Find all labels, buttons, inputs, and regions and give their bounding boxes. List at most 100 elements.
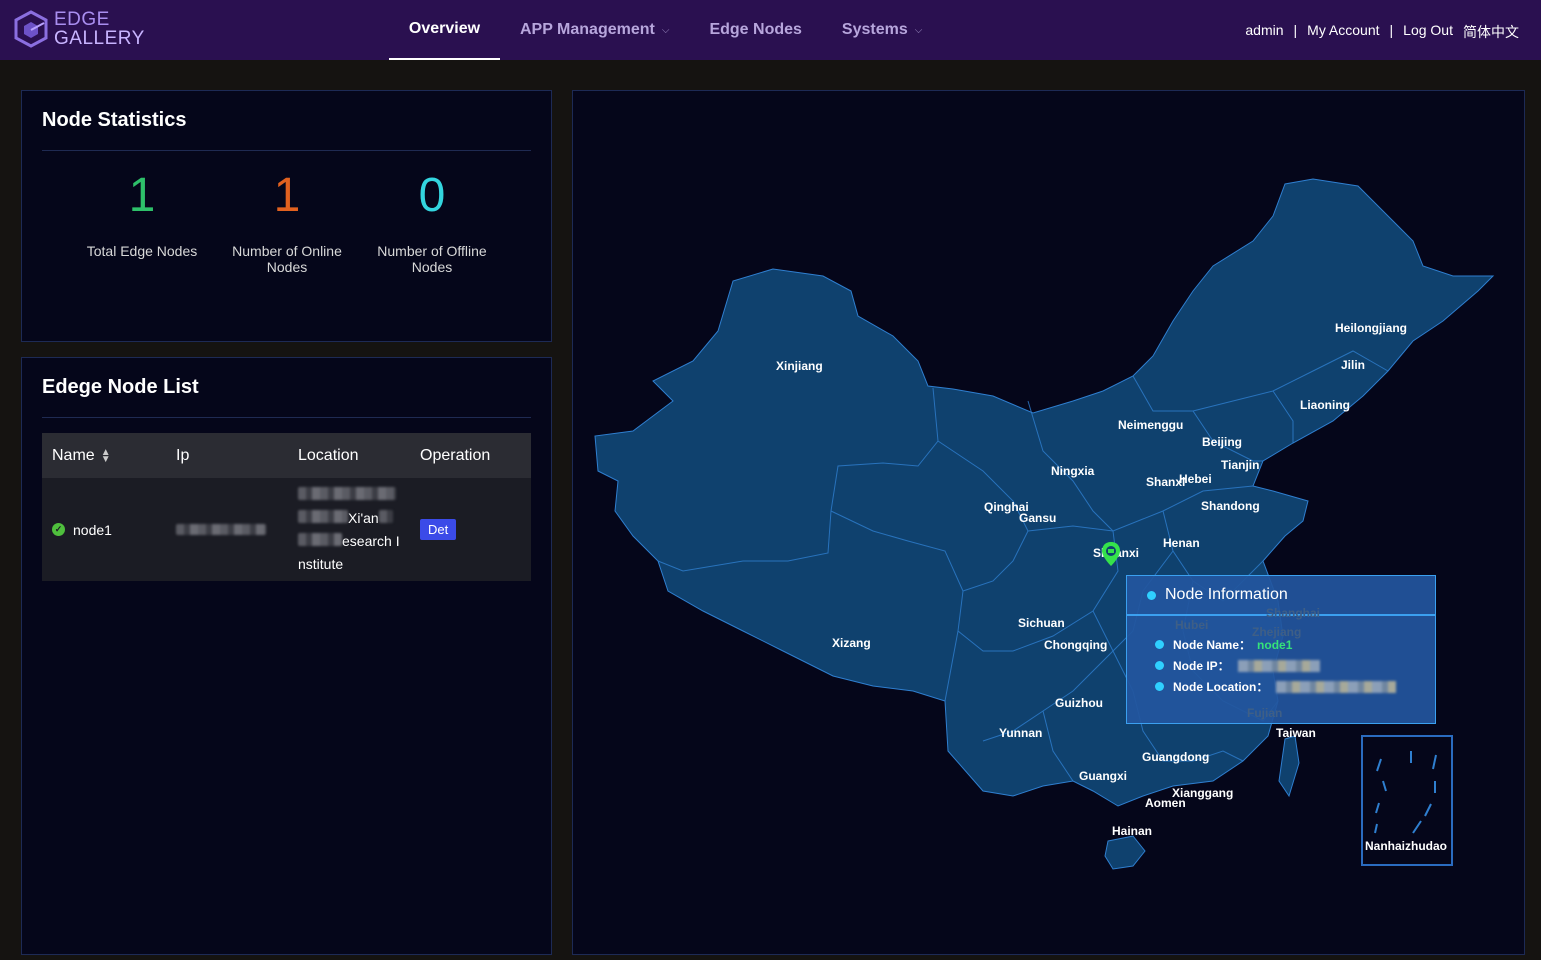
- province-label-xinjiang: Xinjiang: [776, 359, 823, 373]
- logo-text-line1: EDGE: [54, 9, 110, 30]
- province-label-zhejiang: Zhejiang: [1252, 625, 1302, 639]
- province-label-neimenggu: Neimenggu: [1118, 418, 1184, 432]
- stat-total-nodes: 1 Total Edge Nodes: [72, 167, 212, 259]
- sort-icon[interactable]: ▲ ▼: [101, 447, 111, 464]
- node-statistics-panel: Node Statistics 1 Total Edge Nodes 1 Num…: [21, 90, 552, 342]
- redacted-text: [298, 509, 348, 523]
- south-sea-dashes: [1374, 751, 1437, 834]
- province-label-gansu: Gansu: [1019, 511, 1057, 525]
- tooltip-name-label: Node Name：: [1173, 638, 1252, 652]
- province-label-henan: Henan: [1163, 536, 1200, 550]
- province-label-xianggang: Xianggang: [1172, 786, 1234, 800]
- province-label-jilin: Jilin: [1341, 358, 1366, 372]
- province-label-hubei: Hubei: [1175, 618, 1209, 632]
- nav-overview[interactable]: Overview: [389, 0, 500, 60]
- province-label-liaoning: Liaoning: [1300, 398, 1350, 412]
- divider: [42, 150, 531, 151]
- nav-systems[interactable]: Systems ⌵: [832, 0, 932, 60]
- stat-value: 0: [418, 169, 446, 222]
- detail-button[interactable]: Det: [420, 519, 457, 540]
- bullet-icon: [1147, 590, 1156, 600]
- language-switch[interactable]: 简体中文: [1463, 22, 1519, 42]
- chevron-down-icon: ⌵: [914, 24, 923, 36]
- node-information-tooltip: Node Information Node Name： node1 Node I…: [1126, 575, 1436, 724]
- cell-name: ✓ node1: [42, 522, 166, 538]
- top-navigation-bar: EDGE GALLERY Overview APP Management ⌵ Ed…: [0, 0, 1541, 60]
- stat-value: 1: [273, 169, 301, 222]
- divider: [42, 417, 531, 418]
- bullet-icon: [1155, 661, 1164, 670]
- province-label-tianjin: Tianjin: [1221, 458, 1260, 472]
- redacted-location: [1276, 680, 1397, 693]
- separator: |: [1389, 22, 1394, 38]
- tooltip-rows: Node Name： node1 Node IP： Node Location：: [1127, 634, 1435, 697]
- hainan-island: [1104, 835, 1146, 870]
- logout-link[interactable]: Log Out: [1403, 22, 1453, 42]
- province-label-shandong: Shandong: [1201, 499, 1260, 513]
- redacted-ip: [1237, 659, 1320, 672]
- province-label-chongqing: Chongqing: [1044, 638, 1108, 652]
- my-account-link[interactable]: My Account: [1307, 22, 1379, 42]
- nav-edge-nodes-label: Edge Nodes: [709, 21, 802, 38]
- location-line3: nstitute: [298, 555, 344, 572]
- redacted-ip: [176, 523, 266, 535]
- tooltip-name-value: node1: [1257, 637, 1293, 652]
- cell-location: Xi'an esearch I nstitute: [288, 484, 410, 576]
- map-panel: Xinjiang Xizang Qinghai Gansu Ningxia Ne…: [572, 90, 1525, 955]
- table-header: Name ▲ ▼ Ip Location Operation: [42, 433, 531, 478]
- separator: |: [1293, 22, 1298, 38]
- location-line1: Xi'an: [348, 509, 379, 526]
- province-label-heilongjiang: Heilongjiang: [1335, 321, 1407, 335]
- location-line2: esearch I: [342, 532, 400, 549]
- nav-systems-label: Systems: [841, 21, 908, 38]
- edge-node-list-panel: Edege Node List Name ▲ ▼ Ip Location Oper…: [21, 357, 552, 955]
- main-nav: Overview APP Management ⌵ Edge Nodes Syst…: [389, 0, 932, 60]
- cell-ip: [166, 522, 288, 538]
- node-location-pin-icon[interactable]: [1101, 541, 1121, 567]
- column-header-location: Location: [298, 446, 359, 464]
- edgegallery-logo[interactable]: EDGE GALLERY: [14, 10, 145, 48]
- nav-edge-nodes[interactable]: Edge Nodes: [699, 0, 811, 60]
- province-label-yunnan: Yunnan: [999, 726, 1043, 740]
- panel-title: Edege Node List: [42, 376, 199, 398]
- province-label-hainan: Hainan: [1112, 824, 1153, 838]
- column-header-ip: Ip: [176, 446, 190, 464]
- cell-operation: Det: [410, 519, 531, 540]
- nav-app-management-label: APP Management: [520, 21, 655, 38]
- bullet-icon: [1155, 682, 1164, 691]
- tooltip-node-ip-row: Node IP：: [1127, 655, 1435, 676]
- stat-label: Total Edge Nodes: [86, 243, 198, 259]
- tooltip-node-location-row: Node Location：: [1127, 676, 1435, 697]
- province-label-nanhaizhudao: Nanhaizhudao: [1365, 839, 1448, 853]
- chevron-down-icon: ⌵: [661, 24, 670, 36]
- nav-app-management[interactable]: APP Management ⌵: [510, 0, 679, 60]
- online-status-icon: ✓: [52, 523, 65, 536]
- bullet-icon: [1155, 640, 1164, 649]
- column-header-name[interactable]: Name ▲ ▼: [42, 447, 166, 465]
- node-table: Name ▲ ▼ Ip Location Operation ✓ node1 Xi…: [42, 433, 531, 581]
- redacted-text: [378, 509, 393, 523]
- logo-text-line2: GALLERY: [54, 28, 145, 49]
- tooltip-title: Node Information: [1165, 586, 1288, 603]
- stat-online-nodes: 1 Number of Online Nodes: [217, 167, 357, 275]
- stat-label: Number of Offline Nodes: [377, 243, 487, 275]
- province-label-taiwan: Taiwan: [1276, 726, 1316, 740]
- province-label-beijing: Beijing: [1202, 435, 1243, 449]
- province-label-ningxia: Ningxia: [1051, 464, 1095, 478]
- column-label: Name: [52, 446, 95, 464]
- stat-label: Number of Online Nodes: [232, 243, 342, 275]
- province-label-guangdong: Guangdong: [1142, 750, 1210, 764]
- province-label-shanghai: Shanghai: [1266, 606, 1321, 620]
- province-label-fujian: Fujian: [1247, 706, 1283, 720]
- username-link[interactable]: admin: [1245, 22, 1283, 42]
- redacted-text: [298, 486, 396, 500]
- node-name: node1: [73, 521, 112, 538]
- province-label-guizhou: Guizhou: [1055, 696, 1103, 710]
- stat-offline-nodes: 0 Number of Offline Nodes: [362, 167, 502, 275]
- province-label-sichuan: Sichuan: [1018, 616, 1065, 630]
- nav-overview-label: Overview: [408, 20, 481, 37]
- user-menu: admin | My Account | Log Out 简体中文: [1245, 22, 1519, 42]
- tooltip-location-label: Node Location：: [1173, 680, 1269, 694]
- stat-value: 1: [128, 169, 156, 222]
- province-label-shanxi: Shanxi: [1146, 475, 1186, 489]
